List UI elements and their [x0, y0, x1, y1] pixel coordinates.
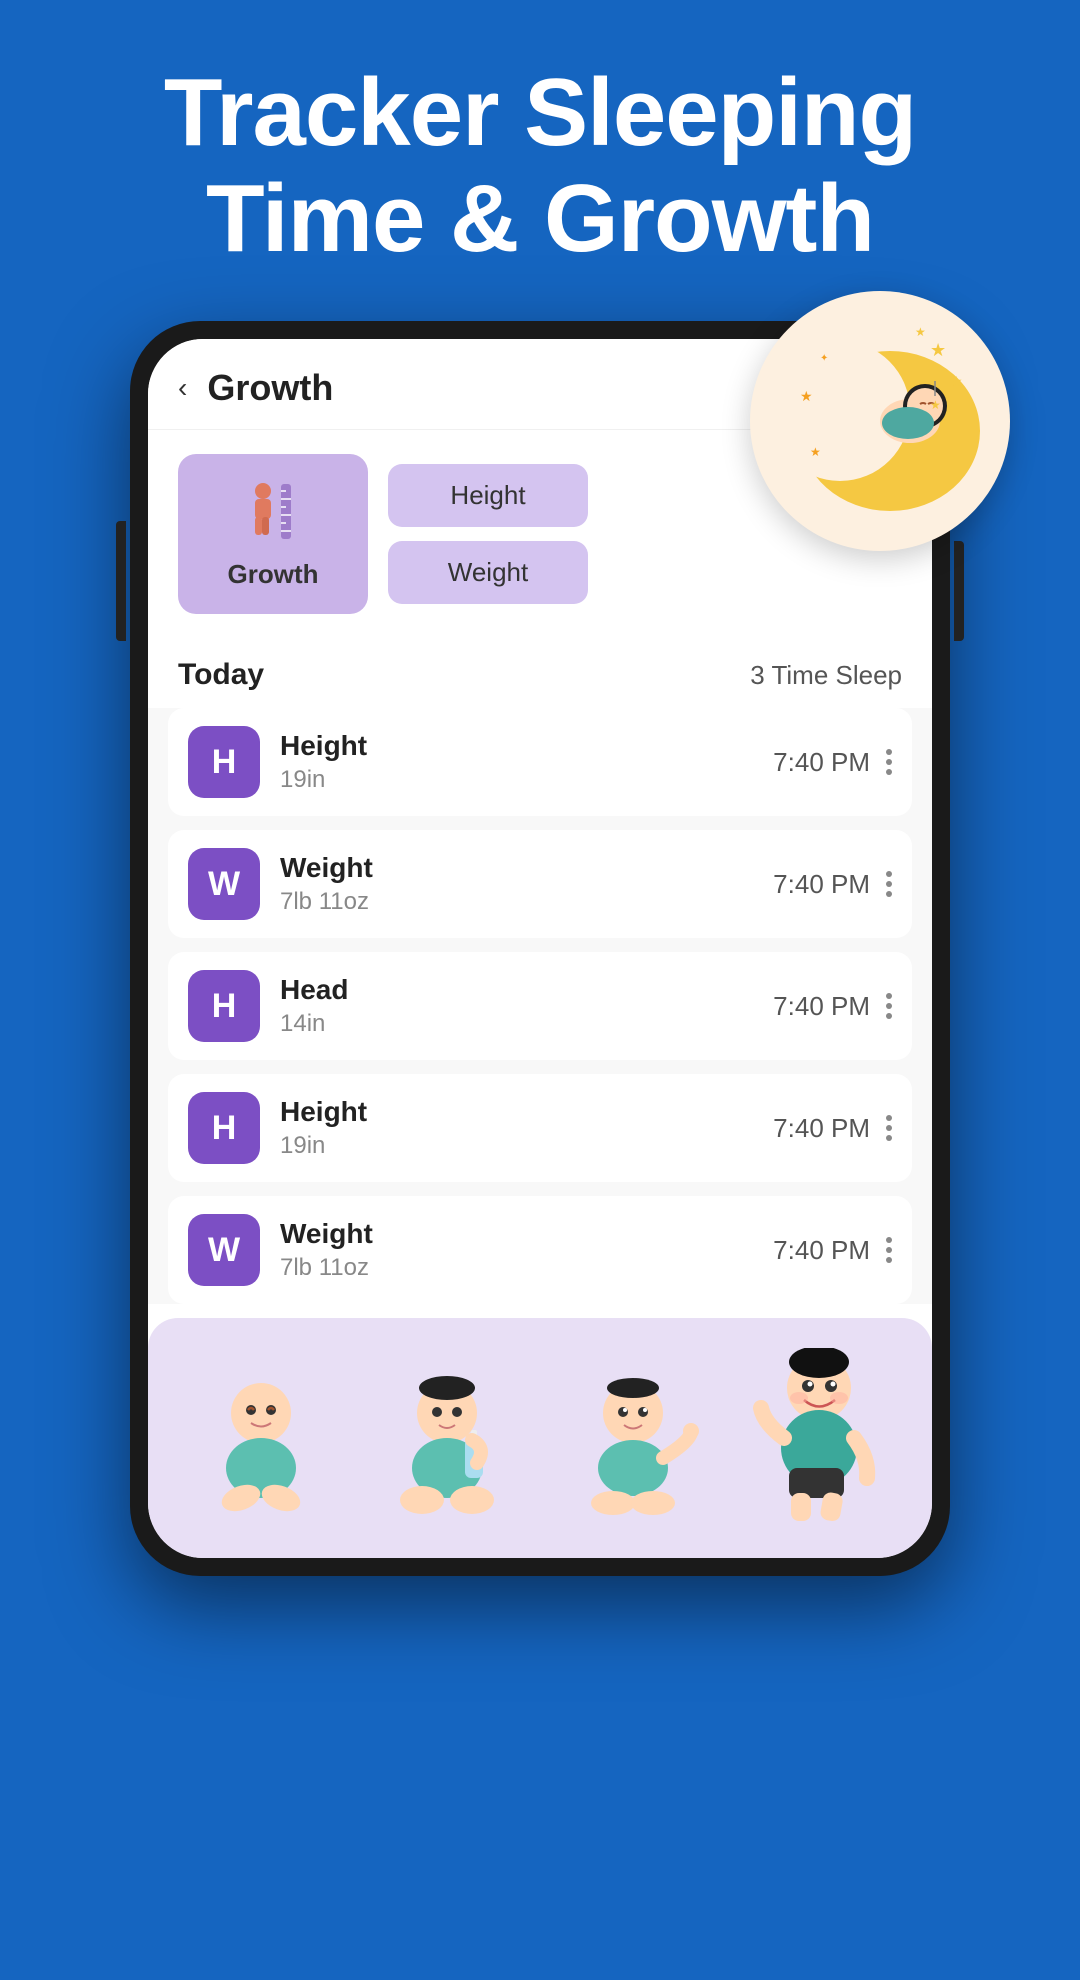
item-title: Weight — [280, 1218, 773, 1250]
baby-stage-4 — [749, 1348, 889, 1528]
item-info: Head 14in — [280, 974, 773, 1038]
item-menu-button[interactable] — [886, 749, 892, 775]
weight-filter-button[interactable]: Weight — [388, 541, 588, 604]
phone-container: ★ ★ ★ ✦ ★ ★ ★ — [130, 321, 950, 1576]
growth-figure-icon — [243, 479, 303, 549]
weight-icon-badge: W — [188, 848, 260, 920]
svg-text:★: ★ — [810, 445, 821, 459]
item-subtitle: 7lb 11oz — [280, 888, 773, 916]
item-title: Height — [280, 1096, 773, 1128]
item-info: Height 19in — [280, 730, 773, 794]
today-section: Today 3 Time Sleep — [148, 638, 932, 708]
item-time: 7:40 PM — [773, 991, 870, 1022]
item-info: Height 19in — [280, 1096, 773, 1160]
list-item: H Height 19in 7:40 PM — [168, 1074, 912, 1182]
filter-buttons: Height Weight — [388, 464, 588, 604]
item-info: Weight 7lb 11oz — [280, 852, 773, 916]
svg-text:★: ★ — [930, 398, 941, 412]
height-icon-badge-2: H — [188, 1092, 260, 1164]
growth-card-label: Growth — [228, 559, 319, 590]
svg-text:★: ★ — [800, 388, 813, 404]
list-item: W Weight 7lb 11oz 7:40 PM — [168, 830, 912, 938]
item-title: Weight — [280, 852, 773, 884]
sleep-count: 3 Time Sleep — [750, 660, 902, 691]
baby-stage-3 — [563, 1368, 703, 1528]
screen-title: Growth — [207, 367, 333, 409]
item-title: Height — [280, 730, 773, 762]
item-time: 7:40 PM — [773, 1235, 870, 1266]
sleep-illustration: ★ ★ ★ ✦ ★ ★ ★ — [750, 291, 1010, 551]
list-item: H Head 14in 7:40 PM — [168, 952, 912, 1060]
item-subtitle: 14in — [280, 1010, 773, 1038]
svg-text:★: ★ — [915, 325, 926, 339]
list-item: W Weight 7lb 11oz 7:40 PM — [168, 1196, 912, 1304]
item-title: Head — [280, 974, 773, 1006]
list-container: H Height 19in 7:40 PM W Weight 7lb 11oz — [148, 708, 932, 1304]
today-label: Today — [178, 658, 264, 692]
item-menu-button[interactable] — [886, 1115, 892, 1141]
hero-title: Tracker Sleeping Time & Growth — [0, 0, 1080, 301]
item-info: Weight 7lb 11oz — [280, 1218, 773, 1282]
item-time: 7:40 PM — [773, 1113, 870, 1144]
phone-frame: ★ ★ ★ ✦ ★ ★ ★ — [130, 321, 950, 1576]
svg-text:★: ★ — [950, 373, 963, 389]
bottom-banner — [148, 1318, 932, 1558]
item-menu-button[interactable] — [886, 993, 892, 1019]
item-menu-button[interactable] — [886, 871, 892, 897]
item-time: 7:40 PM — [773, 869, 870, 900]
weight-icon-badge-2: W — [188, 1214, 260, 1286]
item-subtitle: 19in — [280, 766, 773, 794]
list-item: H Height 19in 7:40 PM — [168, 708, 912, 816]
baby-stage-1 — [191, 1368, 331, 1528]
svg-text:★: ★ — [930, 340, 946, 360]
back-button[interactable]: ‹ — [178, 372, 187, 404]
baby-stage-2 — [377, 1368, 517, 1528]
head-icon-badge: H — [188, 970, 260, 1042]
item-subtitle: 19in — [280, 1132, 773, 1160]
item-time: 7:40 PM — [773, 747, 870, 778]
item-menu-button[interactable] — [886, 1237, 892, 1263]
height-filter-button[interactable]: Height — [388, 464, 588, 527]
height-icon-badge: H — [188, 726, 260, 798]
svg-text:✦: ✦ — [820, 353, 828, 364]
growth-card[interactable]: Growth — [178, 454, 368, 614]
item-subtitle: 7lb 11oz — [280, 1254, 773, 1282]
